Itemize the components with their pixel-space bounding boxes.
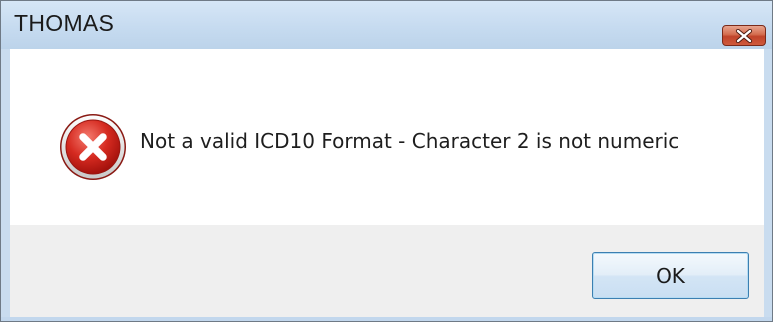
message-area: Not a valid ICD10 Format - Character 2 i… xyxy=(10,49,764,225)
window-title: THOMAS xyxy=(14,10,115,36)
error-icon xyxy=(60,114,126,180)
close-x-icon xyxy=(735,28,753,43)
message-box-window: THOMAS Not a valid ICD10 Format - Charac… xyxy=(0,0,773,322)
title-bar[interactable]: THOMAS xyxy=(1,1,772,49)
error-message: Not a valid ICD10 Format - Character 2 i… xyxy=(140,129,680,153)
button-panel: OK xyxy=(10,225,764,317)
window-bottom-border xyxy=(1,317,772,321)
ok-button[interactable]: OK xyxy=(592,252,749,299)
close-button[interactable] xyxy=(722,25,766,46)
